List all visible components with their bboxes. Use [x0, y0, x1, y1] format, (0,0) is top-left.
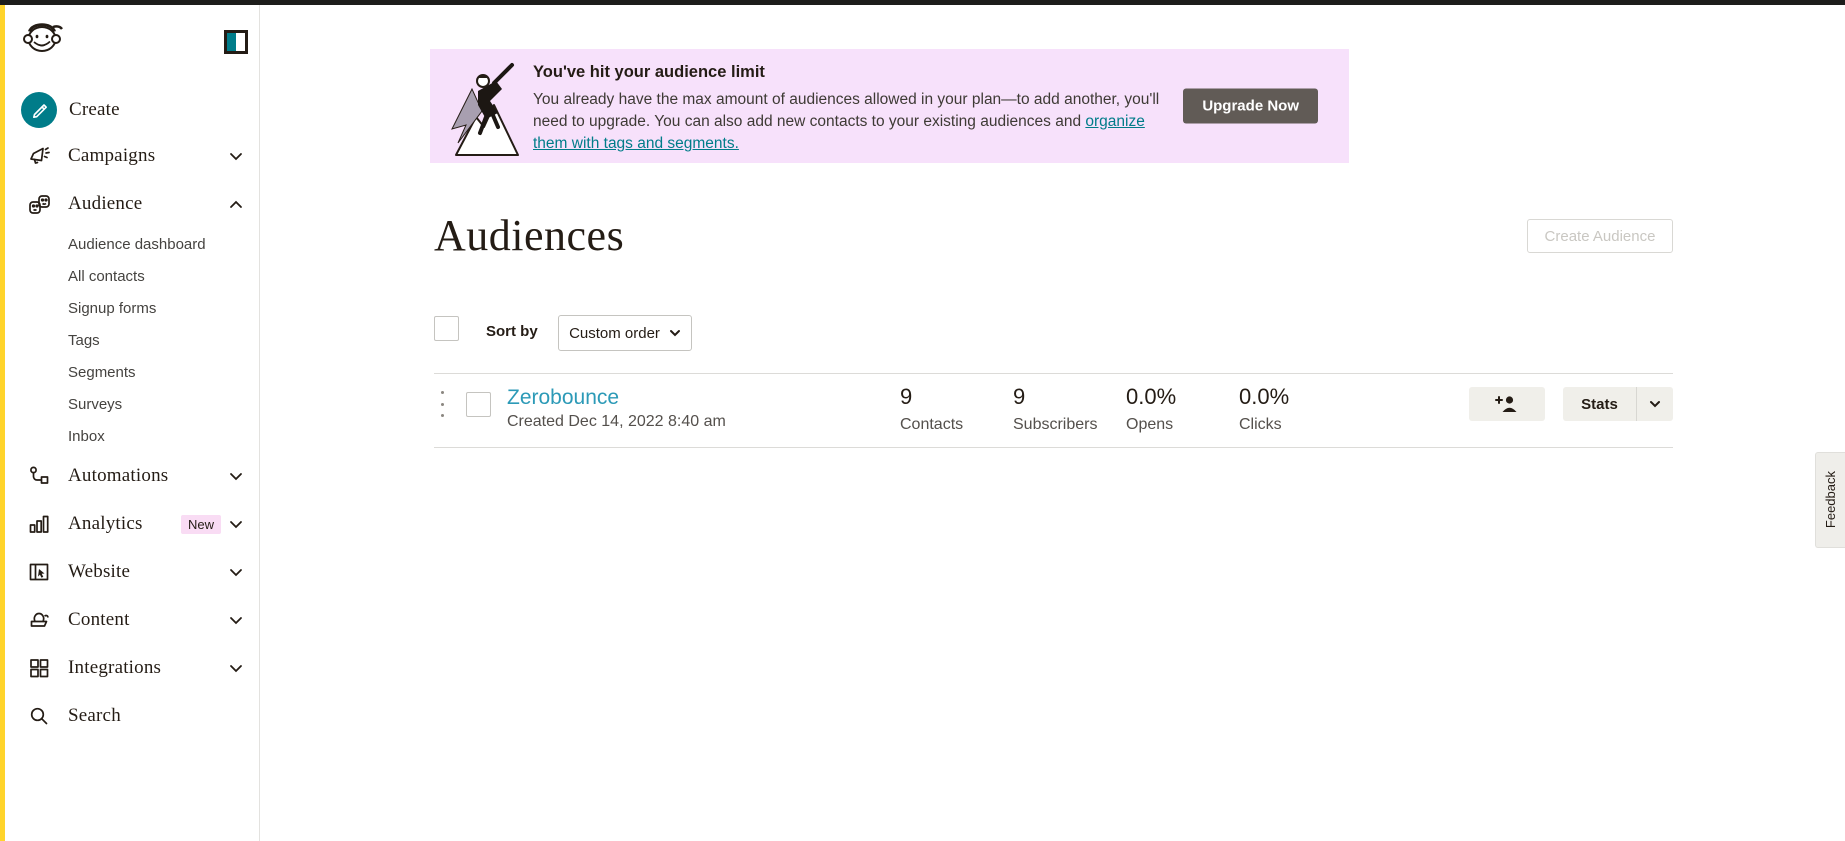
banner-body: You already have the max amount of audie…	[533, 89, 1173, 155]
chevron-down-icon	[229, 472, 243, 481]
sidebar-item-segments[interactable]: Segments	[0, 356, 259, 388]
sidebar: Create Campaigns Audience Audience dashb…	[0, 0, 260, 841]
stat-label: Subscribers	[1013, 416, 1098, 433]
sidebar-item-inbox[interactable]: Inbox	[0, 420, 259, 452]
megaphone-icon	[26, 143, 52, 169]
sidebar-item-label: Create	[69, 99, 120, 120]
sidebar-item-search[interactable]: Search	[0, 692, 259, 740]
stat-label: Opens	[1126, 416, 1174, 433]
sidebar-item-label: Automations	[68, 465, 169, 486]
mailchimp-audiences-page: Create Campaigns Audience Audience dashb…	[0, 0, 1845, 841]
feedback-tab-label: Feedback	[1823, 471, 1838, 529]
banner-body-text: You already have the max amount of audie…	[533, 91, 1160, 130]
collapse-sidebar-icon	[224, 30, 248, 54]
stats-dropdown-toggle[interactable]	[1637, 387, 1673, 421]
audience-limit-banner: You've hit your audience limit You alrea…	[430, 49, 1349, 163]
sort-order-value: Custom order	[569, 324, 660, 342]
pencil-icon	[33, 104, 47, 118]
stat-opens: 0.0% Opens	[1126, 384, 1236, 434]
sidebar-item-analytics[interactable]: Analytics New	[0, 500, 259, 548]
grid-icon	[26, 655, 52, 681]
upgrade-now-button[interactable]: Upgrade Now	[1183, 88, 1318, 124]
sidebar-item-signup-forms[interactable]: Signup forms	[0, 292, 259, 324]
stat-subscribers: 9 Subscribers	[1013, 384, 1123, 434]
sidebar-item-surveys[interactable]: Surveys	[0, 388, 259, 420]
primary-nav: Create Campaigns Audience Audience dashb…	[0, 88, 259, 740]
select-all-checkbox[interactable]	[434, 316, 459, 341]
page-title: Audiences	[434, 211, 625, 260]
sidebar-item-campaigns[interactable]: Campaigns	[0, 132, 259, 180]
sidebar-item-tags[interactable]: Tags	[0, 324, 259, 356]
sidebar-item-audience[interactable]: Audience	[0, 180, 259, 228]
audience-name-link[interactable]: Zerobounce	[507, 386, 619, 410]
top-border	[0, 0, 1845, 5]
sort-by-label: Sort by	[486, 323, 538, 340]
sidebar-item-label: Website	[68, 561, 131, 582]
stat-clicks: 0.0% Clicks	[1239, 384, 1349, 434]
stat-contacts: 9 Contacts	[900, 384, 1010, 434]
row-checkbox[interactable]	[466, 392, 491, 417]
sidebar-item-all-contacts[interactable]: All contacts	[0, 260, 259, 292]
stamp-icon	[26, 607, 52, 633]
browser-icon	[26, 559, 52, 585]
create-circle	[21, 92, 57, 128]
chevron-down-icon	[229, 616, 243, 625]
drag-handle[interactable]	[438, 391, 446, 417]
freddie-icon	[23, 23, 63, 52]
chevron-down-icon	[1650, 401, 1660, 408]
stat-value: 0.0%	[1126, 384, 1177, 409]
audience-subnav: Audience dashboard All contacts Signup f…	[0, 228, 259, 452]
sidebar-item-label: Integrations	[68, 657, 162, 678]
sidebar-item-audience-dashboard[interactable]: Audience dashboard	[0, 228, 259, 260]
audience-created-date: Created Dec 14, 2022 8:40 am	[507, 413, 726, 430]
stat-value: 9	[900, 384, 913, 409]
sidebar-item-website[interactable]: Website	[0, 548, 259, 596]
chevron-down-icon	[229, 152, 243, 161]
mountain-climber-illustration	[442, 55, 532, 159]
banner-text: You've hit your audience limit You alrea…	[533, 63, 1173, 155]
chevron-down-icon	[229, 520, 243, 529]
sidebar-item-label: Campaigns	[68, 145, 156, 166]
stat-value: 0.0%	[1239, 384, 1290, 409]
bar-chart-icon	[26, 511, 52, 537]
sidebar-item-create[interactable]: Create	[0, 88, 259, 132]
sidebar-item-automations[interactable]: Automations	[0, 452, 259, 500]
stats-split-button: Stats	[1563, 387, 1673, 421]
chevron-down-icon	[669, 330, 680, 337]
chevron-down-icon	[229, 664, 243, 673]
sidebar-item-integrations[interactable]: Integrations	[0, 644, 259, 692]
feedback-tab[interactable]: Feedback	[1815, 452, 1845, 548]
add-person-icon	[1495, 396, 1517, 412]
stat-label: Clicks	[1239, 416, 1282, 433]
chevron-up-icon	[229, 200, 243, 209]
create-audience-button[interactable]: Create Audience	[1527, 219, 1673, 253]
new-badge: New	[180, 514, 221, 534]
search-icon	[26, 703, 52, 729]
people-icon	[26, 191, 52, 217]
sidebar-item-label: Analytics	[68, 513, 143, 534]
add-contacts-button[interactable]	[1469, 387, 1545, 421]
row-divider-bottom	[434, 447, 1673, 448]
stats-button[interactable]: Stats	[1563, 387, 1637, 421]
chevron-down-icon	[229, 568, 243, 577]
mailchimp-logo[interactable]	[20, 14, 64, 58]
flow-icon	[26, 463, 52, 489]
sidebar-item-label: Audience	[68, 193, 143, 214]
sort-order-dropdown[interactable]: Custom order	[558, 315, 692, 351]
collapse-sidebar-button[interactable]	[224, 30, 248, 54]
sidebar-item-content[interactable]: Content	[0, 596, 259, 644]
stat-value: 9	[1013, 384, 1026, 409]
banner-title: You've hit your audience limit	[533, 63, 765, 81]
sidebar-item-label: Search	[68, 705, 121, 726]
row-divider-top	[434, 373, 1673, 374]
sidebar-item-label: Content	[68, 609, 130, 630]
stat-label: Contacts	[900, 416, 964, 433]
